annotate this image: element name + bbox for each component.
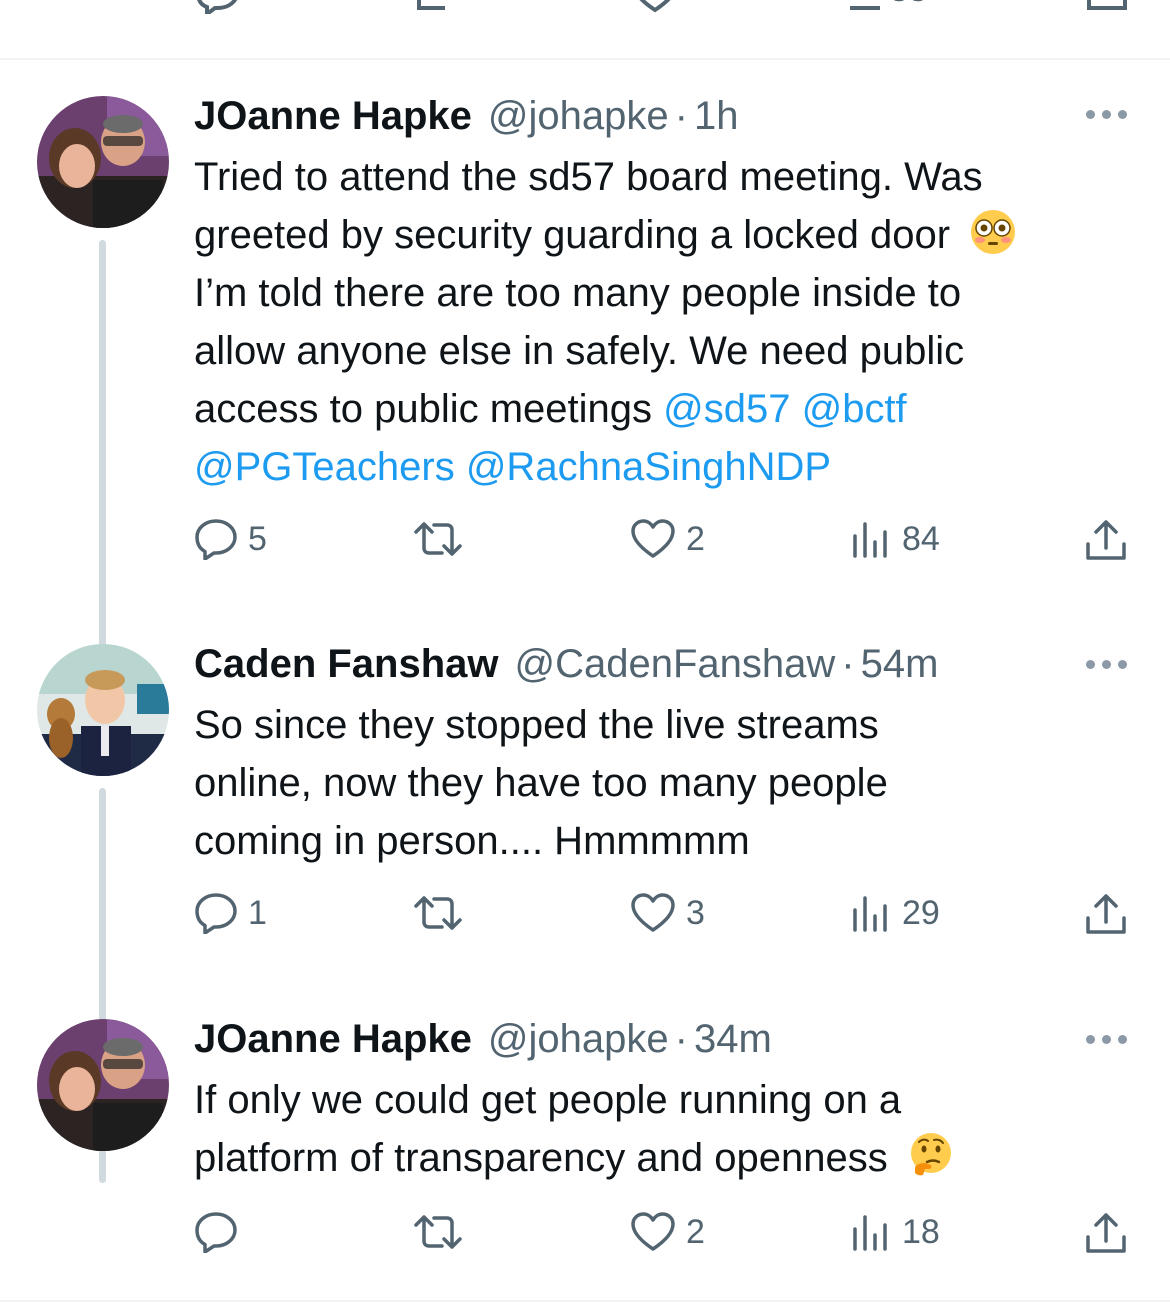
- text-line: I’m told there are too many people insid…: [194, 271, 962, 315]
- reply-count: 1: [248, 893, 267, 932]
- text-line: @PGTeachers @RachnaSinghNDP: [194, 438, 1134, 496]
- action-bar: 2 18: [0, 1211, 1170, 1261]
- retweet-button[interactable]: [412, 892, 474, 934]
- more-options-icon[interactable]: [1086, 658, 1130, 670]
- views-button[interactable]: 84: [850, 518, 940, 560]
- tweet-header: JOanne Hapke @johapke · 34m: [194, 1017, 772, 1065]
- text-line: So since they stopped the live streams: [194, 703, 879, 747]
- previous-tweet-actions: 33: [0, 0, 1170, 58]
- text-line: greeted by security guarding a locked do…: [194, 206, 1134, 264]
- heart-icon: [631, 519, 675, 558]
- retweet-icon: [414, 522, 462, 556]
- timestamp[interactable]: 54m: [861, 642, 939, 687]
- separator: ·: [841, 642, 855, 686]
- text-line: If only we could get people running on a: [194, 1078, 902, 1122]
- like-button[interactable]: 2: [630, 1211, 705, 1253]
- tweet-text: If only we could get people running on a…: [194, 1071, 1134, 1187]
- separator: ·: [674, 1017, 688, 1061]
- retweet-icon: [414, 896, 462, 930]
- views-count: 33: [850, 0, 927, 10]
- handle[interactable]: @johapke: [488, 94, 669, 139]
- text-line: allow anyone else in safely. We need pub…: [194, 329, 965, 373]
- mention-link[interactable]: @sd57: [663, 387, 790, 431]
- flushed-face-icon: [971, 210, 1016, 254]
- action-bar: 5 2 84: [0, 518, 1170, 568]
- like-button[interactable]: 2: [630, 518, 705, 560]
- retweet-button[interactable]: [412, 1211, 474, 1253]
- view-count: 18: [902, 1212, 940, 1251]
- reply-icon: [195, 1212, 237, 1253]
- like-count: 2: [686, 1212, 705, 1251]
- share-icon: [1086, 894, 1126, 934]
- display-name[interactable]: JOanne Hapke: [194, 1017, 472, 1062]
- reply-icon[interactable]: [195, 0, 241, 14]
- text-line: access to public meetings @sd57 @bctf: [194, 387, 907, 431]
- reply-count: 5: [248, 519, 267, 558]
- avatar[interactable]: [37, 644, 169, 776]
- separator: ·: [674, 94, 688, 138]
- views-icon: [853, 1215, 887, 1251]
- retweet-icon: [414, 1215, 462, 1249]
- like-icon[interactable]: [632, 0, 678, 14]
- divider: [0, 58, 1170, 60]
- views-button[interactable]: 18: [850, 1211, 940, 1253]
- timestamp[interactable]: 1h: [694, 94, 739, 139]
- more-options-icon[interactable]: [1086, 1033, 1130, 1045]
- avatar[interactable]: [37, 96, 169, 228]
- share-icon[interactable]: [1085, 0, 1129, 14]
- views-icon: [853, 896, 887, 932]
- mention-link[interactable]: @RachnaSinghNDP: [466, 445, 831, 489]
- share-icon: [1086, 1213, 1126, 1253]
- display-name[interactable]: Caden Fanshaw: [194, 642, 499, 687]
- like-count: 3: [686, 893, 705, 932]
- text-line: Tried to attend the sd57 board meeting. …: [194, 155, 983, 199]
- timestamp[interactable]: 34m: [694, 1017, 772, 1062]
- view-count: 29: [902, 893, 940, 932]
- share-button[interactable]: [1084, 892, 1128, 936]
- handle[interactable]: @CadenFanshaw: [515, 642, 836, 687]
- mention-link[interactable]: @PGTeachers: [194, 445, 455, 489]
- reply-button[interactable]: 5: [194, 518, 267, 560]
- action-bar: 1 3 29: [0, 892, 1170, 942]
- divider: [0, 1300, 1170, 1302]
- display-name[interactable]: JOanne Hapke: [194, 94, 472, 139]
- share-button[interactable]: [1084, 518, 1128, 562]
- tweet-text: So since they stopped the live streams o…: [194, 696, 1134, 870]
- like-button[interactable]: 3: [630, 892, 705, 934]
- more-options-icon[interactable]: [1086, 108, 1130, 120]
- reply-icon: [195, 893, 237, 934]
- text-line: online, now they have too many people: [194, 761, 888, 805]
- like-count: 2: [686, 519, 705, 558]
- tweet-text: Tried to attend the sd57 board meeting. …: [194, 148, 1134, 496]
- views-button[interactable]: 29: [850, 892, 940, 934]
- text-line: platform of transparency and openness: [194, 1129, 1134, 1187]
- heart-icon: [631, 1212, 675, 1251]
- tweet-header: Caden Fanshaw @CadenFanshaw · 54m: [194, 642, 938, 690]
- avatar[interactable]: [37, 1019, 169, 1151]
- reply-icon: [195, 519, 237, 560]
- tweet-header: JOanne Hapke @johapke · 1h: [194, 94, 738, 142]
- thinking-face-icon: [910, 1133, 951, 1176]
- mention-link[interactable]: @bctf: [802, 387, 907, 431]
- heart-icon: [631, 893, 675, 932]
- retweet-icon[interactable]: [415, 0, 465, 14]
- retweet-button[interactable]: [412, 518, 474, 560]
- views-icon: [853, 522, 887, 558]
- thread-line: [99, 240, 106, 690]
- reply-button[interactable]: [194, 1211, 248, 1253]
- handle[interactable]: @johapke: [488, 1017, 669, 1062]
- view-count: 84: [902, 519, 940, 558]
- share-icon: [1086, 520, 1126, 560]
- share-button[interactable]: [1084, 1211, 1128, 1255]
- text-line: coming in person.... Hmmmmm: [194, 819, 750, 863]
- reply-button[interactable]: 1: [194, 892, 267, 934]
